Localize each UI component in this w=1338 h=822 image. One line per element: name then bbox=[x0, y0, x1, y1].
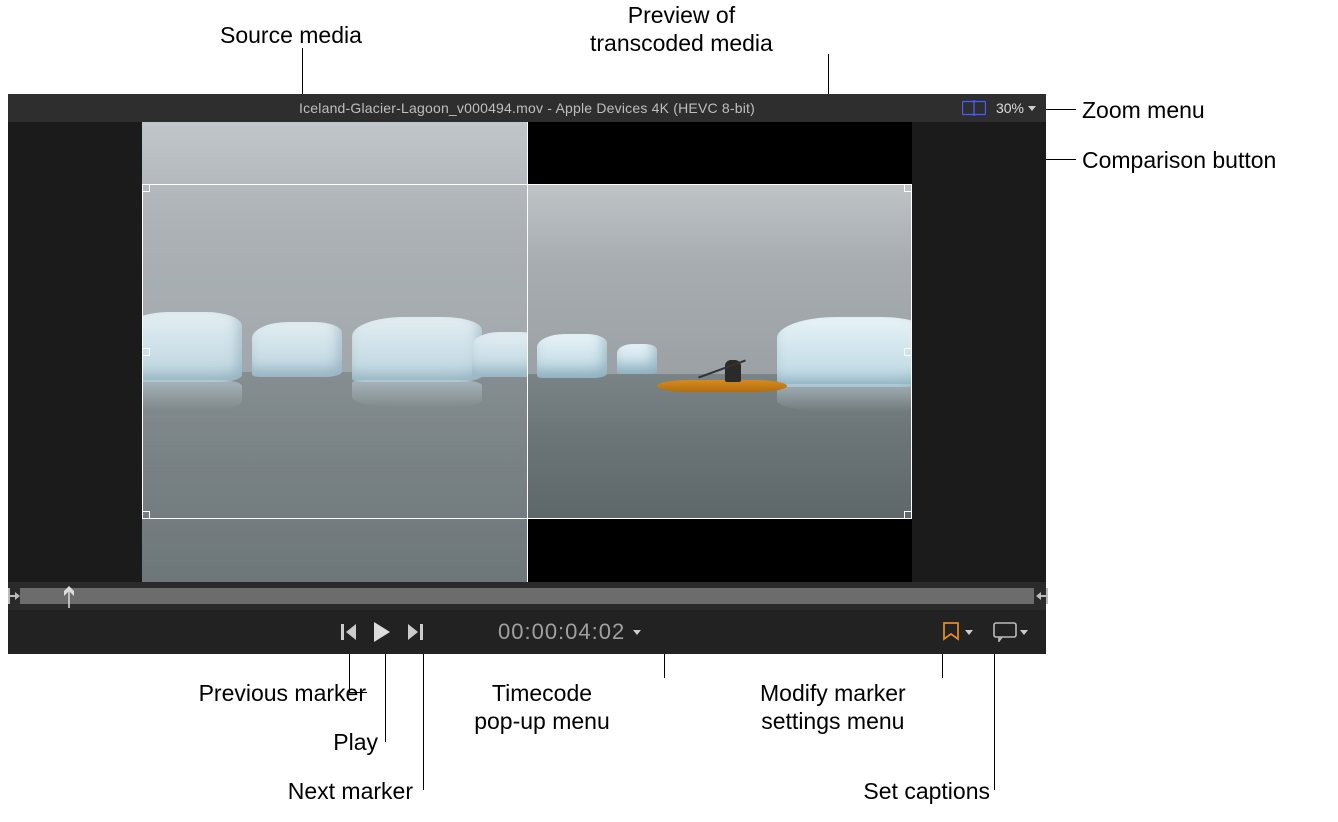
chevron-down-icon bbox=[1020, 630, 1028, 635]
callout-set-captions: Set captions bbox=[863, 778, 990, 805]
callout-line bbox=[349, 692, 367, 693]
titlebar: Iceland-Glacier-Lagoon_v000494.mov - App… bbox=[8, 94, 1046, 122]
comparison-button[interactable] bbox=[962, 100, 986, 116]
comparison-icon bbox=[962, 100, 986, 116]
set-captions-menu[interactable] bbox=[993, 622, 1028, 642]
in-point-marker[interactable] bbox=[8, 587, 18, 605]
callout-timecode-popup: Timecode pop-up menu bbox=[474, 680, 610, 735]
zoom-menu[interactable]: 30% bbox=[996, 100, 1036, 116]
viewer-area bbox=[8, 122, 1046, 582]
callout-modify-marker: Modify marker settings menu bbox=[760, 680, 906, 735]
preview-window: Iceland-Glacier-Lagoon_v000494.mov - App… bbox=[8, 94, 1046, 654]
captions-icon bbox=[993, 622, 1017, 642]
previous-marker-button[interactable] bbox=[340, 623, 358, 641]
callout-next-marker: Next marker bbox=[288, 778, 413, 805]
callout-zoom-menu: Zoom menu bbox=[1082, 97, 1205, 124]
timecode-popup-menu[interactable]: 00:00:04:02 bbox=[498, 619, 641, 645]
chevron-down-icon bbox=[1028, 106, 1036, 111]
play-button[interactable] bbox=[372, 621, 392, 643]
callout-previous-marker: Previous marker bbox=[199, 680, 366, 707]
transport-controls: 00:00:04:02 bbox=[8, 610, 1046, 654]
next-marker-icon bbox=[406, 623, 424, 641]
transcoded-media-preview bbox=[527, 122, 912, 582]
next-marker-button[interactable] bbox=[406, 623, 424, 641]
playhead[interactable] bbox=[64, 586, 74, 606]
previous-marker-icon bbox=[340, 623, 358, 641]
zoom-value: 30% bbox=[996, 100, 1024, 116]
callout-source-media: Source media bbox=[220, 22, 362, 49]
window-title: Iceland-Glacier-Lagoon_v000494.mov - App… bbox=[299, 100, 755, 116]
source-media-preview bbox=[142, 122, 527, 582]
media-frame[interactable] bbox=[142, 122, 912, 582]
comparison-divider[interactable] bbox=[527, 122, 528, 582]
out-point-marker[interactable] bbox=[1036, 587, 1046, 605]
callout-line bbox=[664, 677, 665, 678]
callout-play: Play bbox=[333, 729, 378, 756]
timeline[interactable] bbox=[8, 582, 1046, 610]
callout-preview-transcoded: Preview of transcoded media bbox=[590, 2, 773, 57]
chevron-down-icon bbox=[633, 630, 641, 635]
chevron-down-icon bbox=[965, 630, 973, 635]
play-icon bbox=[372, 621, 392, 643]
marker-icon bbox=[940, 621, 962, 643]
timeline-track[interactable] bbox=[20, 588, 1034, 604]
modify-marker-settings-menu[interactable] bbox=[940, 621, 973, 643]
timecode-display: 00:00:04:02 bbox=[498, 619, 625, 645]
callout-comparison-button: Comparison button bbox=[1082, 147, 1276, 174]
